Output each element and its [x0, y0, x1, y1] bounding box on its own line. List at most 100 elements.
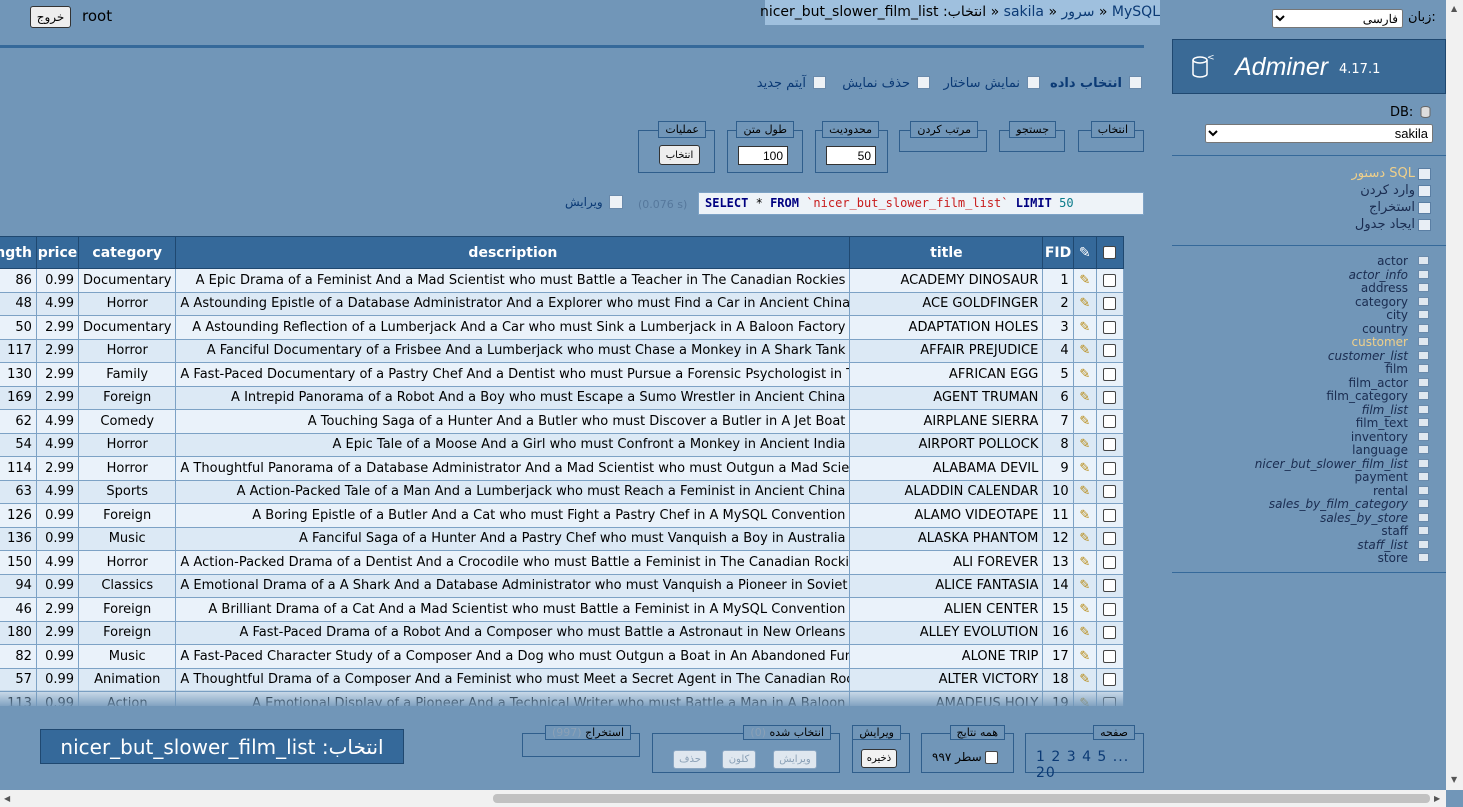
- edit-row-icon[interactable]: ✎: [1079, 390, 1090, 405]
- table-structure-icon[interactable]: [1418, 485, 1429, 495]
- column-header-fid[interactable]: FID: [1042, 236, 1074, 269]
- edit-query-link[interactable]: ویرایش: [565, 195, 603, 209]
- edit-row-icon[interactable]: ✎: [1079, 320, 1090, 335]
- column-header-length[interactable]: length: [0, 236, 37, 269]
- edit-all-header[interactable]: ✎: [1072, 236, 1097, 269]
- row-checkbox[interactable]: [1103, 273, 1117, 287]
- sort-legend[interactable]: مرتب کردن: [910, 121, 978, 138]
- edit-row-icon[interactable]: ✎: [1079, 343, 1090, 358]
- table-structure-icon[interactable]: [1418, 512, 1429, 522]
- sidebar-table-link[interactable]: actor_info: [1349, 268, 1408, 282]
- table-structure-icon[interactable]: [1418, 364, 1429, 373]
- breadcrumb-server[interactable]: سرور: [1061, 4, 1094, 20]
- edit-row-icon[interactable]: ✎: [1079, 461, 1090, 476]
- edit-row-icon[interactable]: ✎: [1079, 367, 1090, 382]
- edit-row-icon[interactable]: ✎: [1079, 555, 1090, 570]
- sidebar-table-link[interactable]: nicer_but_slower_film_list: [1255, 457, 1408, 471]
- select-all-checkbox[interactable]: [1103, 246, 1117, 259]
- sidebar-table-link[interactable]: actor: [1377, 254, 1408, 268]
- edit-row-icon[interactable]: ✎: [1079, 296, 1090, 311]
- table-structure-icon[interactable]: [1418, 404, 1429, 414]
- horizontal-scroll-thumb[interactable]: [493, 794, 1430, 803]
- import-link[interactable]: وارد کردن: [1360, 183, 1415, 198]
- table-structure-icon[interactable]: [1418, 283, 1429, 292]
- edit-selected-button[interactable]: ویرایش: [773, 750, 817, 769]
- row-checkbox[interactable]: [1103, 626, 1117, 640]
- column-header-price[interactable]: price: [35, 236, 80, 269]
- row-checkbox[interactable]: [1103, 391, 1117, 405]
- sidebar-table-link[interactable]: film: [1385, 362, 1408, 376]
- select-all-header[interactable]: [1095, 236, 1125, 269]
- sidebar-table-link[interactable]: inventory: [1351, 430, 1408, 444]
- table-structure-icon[interactable]: [1418, 526, 1429, 535]
- row-checkbox[interactable]: [1103, 461, 1117, 475]
- select-columns-legend[interactable]: انتخاب: [1090, 121, 1135, 138]
- scroll-left-icon[interactable]: ◀: [4, 794, 10, 803]
- edit-row-icon[interactable]: ✎: [1079, 578, 1090, 593]
- sidebar-table-link[interactable]: rental: [1373, 484, 1408, 498]
- edit-row-icon[interactable]: ✎: [1079, 625, 1090, 640]
- row-checkbox[interactable]: [1103, 673, 1117, 687]
- sidebar-table-link[interactable]: film_text: [1356, 416, 1408, 430]
- sidebar-table-link[interactable]: film_list: [1362, 403, 1408, 417]
- breadcrumb-mysql[interactable]: MySQL: [1112, 4, 1160, 20]
- row-checkbox[interactable]: [1103, 508, 1117, 522]
- table-structure-icon[interactable]: [1418, 310, 1429, 319]
- column-header-category[interactable]: category: [78, 236, 177, 269]
- table-structure-icon[interactable]: [1418, 499, 1429, 508]
- apply-select-button[interactable]: انتخاب: [659, 145, 700, 165]
- edit-query-icon[interactable]: [609, 195, 623, 209]
- drop-view-link[interactable]: حذف نمایش: [842, 76, 910, 91]
- sidebar-table-link[interactable]: film_actor: [1348, 376, 1408, 390]
- sidebar-table-link[interactable]: language: [1352, 443, 1408, 457]
- row-checkbox[interactable]: [1103, 579, 1117, 593]
- breadcrumb-db[interactable]: sakila: [1004, 4, 1044, 20]
- scroll-down-icon[interactable]: ▼: [1451, 775, 1457, 784]
- row-checkbox[interactable]: [1103, 344, 1117, 358]
- table-structure-icon[interactable]: [1418, 350, 1429, 360]
- table-structure-icon[interactable]: [1418, 377, 1429, 387]
- edit-row-icon[interactable]: ✎: [1079, 414, 1090, 429]
- row-checkbox[interactable]: [1103, 414, 1117, 428]
- show-structure-link[interactable]: نمایش ساختار: [944, 76, 1020, 91]
- column-header-description[interactable]: description: [175, 236, 851, 269]
- table-structure-icon[interactable]: [1418, 431, 1429, 441]
- vertical-scrollbar[interactable]: ▲ ▼: [1446, 0, 1463, 790]
- sidebar-table-link[interactable]: customer_list: [1328, 349, 1408, 363]
- sidebar-table-link[interactable]: store: [1378, 551, 1408, 565]
- export-fieldset[interactable]: استخراج (997): [522, 725, 640, 757]
- text-length-input[interactable]: [738, 146, 788, 165]
- sidebar-table-link[interactable]: payment: [1355, 470, 1408, 484]
- table-structure-icon[interactable]: [1418, 269, 1429, 279]
- sidebar-table-link[interactable]: country: [1362, 322, 1408, 336]
- sql-table-name[interactable]: `nicer_but_slower_film_list`: [806, 196, 1008, 210]
- sidebar-table-link[interactable]: sales_by_store: [1320, 511, 1408, 525]
- row-checkbox[interactable]: [1103, 555, 1117, 569]
- row-checkbox[interactable]: [1103, 532, 1117, 546]
- sidebar-table-link[interactable]: customer: [1351, 335, 1408, 349]
- edit-row-icon[interactable]: ✎: [1079, 602, 1090, 617]
- page-links[interactable]: 1 2 3 4 5 ... 20: [1036, 749, 1143, 781]
- clone-selected-button[interactable]: کلون: [722, 750, 756, 769]
- edit-row-icon[interactable]: ✎: [1079, 484, 1090, 499]
- table-structure-icon[interactable]: [1418, 445, 1429, 454]
- row-checkbox[interactable]: [1103, 485, 1117, 499]
- create-table-link[interactable]: ایجاد جدول: [1355, 217, 1415, 232]
- table-structure-icon[interactable]: [1418, 472, 1429, 481]
- table-structure-icon[interactable]: [1418, 391, 1429, 400]
- horizontal-scrollbar[interactable]: ◀ ▶: [0, 790, 1446, 807]
- table-structure-icon[interactable]: [1418, 337, 1429, 346]
- new-item-link[interactable]: آیتم جدید: [757, 76, 806, 91]
- row-checkbox[interactable]: [1103, 438, 1117, 452]
- select-columns-fieldset[interactable]: انتخاب: [1078, 121, 1144, 152]
- row-checkbox[interactable]: [1103, 367, 1117, 381]
- search-fieldset[interactable]: جستجو: [999, 121, 1065, 152]
- sidebar-table-link[interactable]: staff_list: [1357, 538, 1408, 552]
- language-select[interactable]: فارسی: [1272, 9, 1403, 28]
- sidebar-table-link[interactable]: category: [1355, 295, 1408, 309]
- save-button[interactable]: ذخیره: [861, 749, 897, 768]
- edit-row-icon[interactable]: ✎: [1079, 531, 1090, 546]
- table-structure-icon[interactable]: [1418, 296, 1429, 306]
- sidebar-table-link[interactable]: staff: [1381, 524, 1408, 538]
- scroll-up-icon[interactable]: ▲: [1451, 4, 1457, 13]
